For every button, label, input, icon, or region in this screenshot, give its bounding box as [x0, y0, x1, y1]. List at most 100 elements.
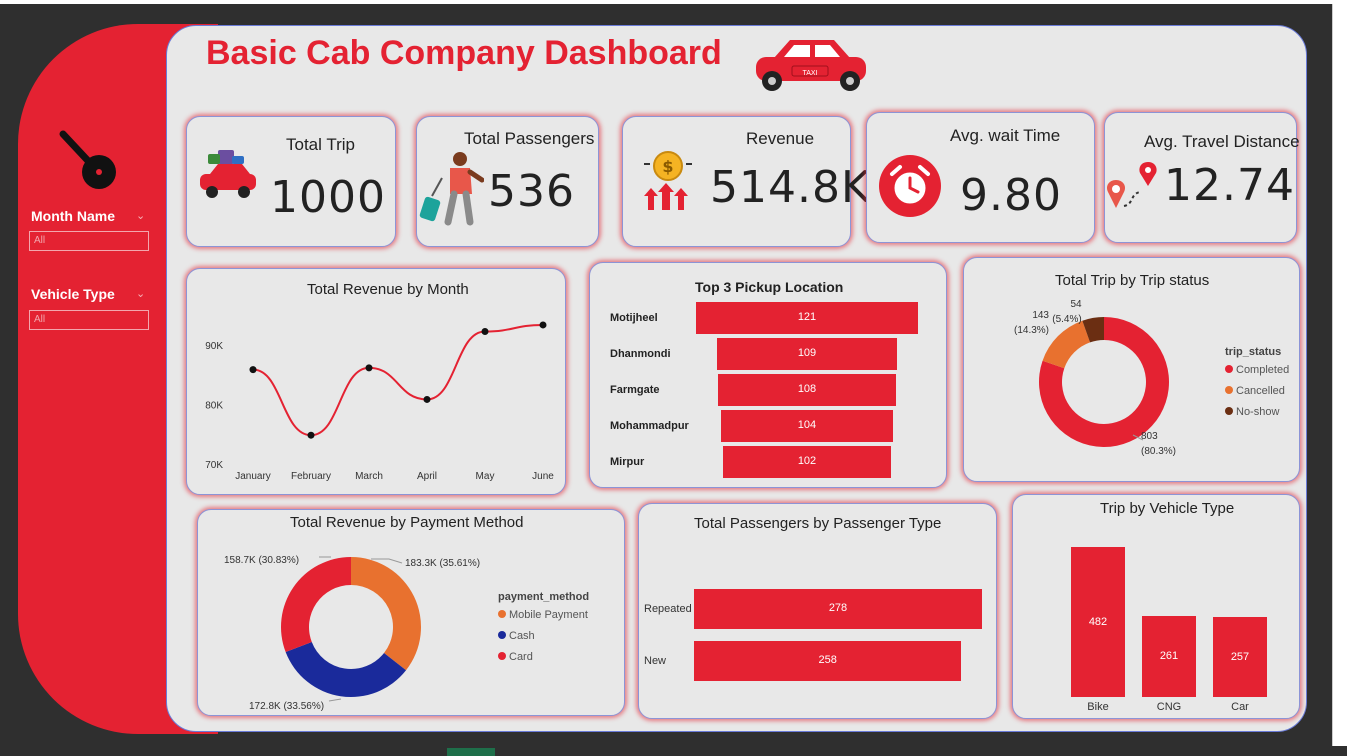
chart-title: Top 3 Pickup Location	[695, 279, 844, 295]
data-label: 102	[797, 455, 817, 467]
legend-cancelled[interactable]: Cancelled	[1225, 385, 1285, 397]
donut-slice	[281, 557, 351, 653]
kpi-label: Total Trip	[286, 135, 355, 154]
x-tick-label: March	[355, 471, 383, 482]
y-tick-label: 80K	[205, 400, 223, 411]
data-label: (14.3%)	[1014, 325, 1049, 336]
data-label: 257	[1230, 651, 1250, 663]
y-tick-label: 70K	[205, 460, 223, 471]
x-tick-label: February	[291, 471, 331, 482]
passenger-bar[interactable]: 258	[694, 641, 962, 681]
legend-completed[interactable]: Completed	[1225, 364, 1289, 376]
sheet-tab-bar	[0, 746, 1347, 756]
data-label: 183.3K (35.61%)	[405, 558, 480, 569]
kpi-label: Avg. Travel Distance	[1144, 132, 1300, 151]
category-label: New	[644, 655, 667, 667]
x-tick-label: June	[532, 471, 554, 482]
donut-slice	[1042, 320, 1091, 369]
data-point	[307, 431, 315, 439]
vehicle-bar[interactable]: 261	[1142, 615, 1196, 697]
legend-card[interactable]: Card	[498, 651, 533, 663]
category-label: Mirpur	[610, 456, 645, 468]
data-label: 803	[1141, 431, 1158, 442]
window-top-edge	[0, 0, 1347, 4]
category-label: Farmgate	[610, 384, 660, 396]
kpi-value: 536	[488, 166, 575, 217]
data-label: 158.7K (30.83%)	[224, 555, 299, 566]
kpi-value: 9.80	[960, 170, 1062, 221]
data-label: 54	[1070, 299, 1082, 310]
leader-line	[328, 698, 342, 702]
data-label: 172.8K (33.56%)	[249, 701, 324, 712]
chart-title: Total Passengers by Passenger Type	[694, 515, 942, 532]
vehicle-bar[interactable]: 482	[1071, 547, 1125, 697]
chart-title: Trip by Vehicle Type	[1100, 500, 1235, 517]
legend-label: Cash	[509, 630, 535, 642]
legend-mobile-payment[interactable]: Mobile Payment	[498, 609, 588, 621]
car-luggage-icon	[200, 150, 256, 198]
data-label: 108	[797, 383, 817, 395]
kpi-label: Total Passengers	[464, 129, 595, 148]
vehicle-slicer-value: All	[34, 314, 46, 325]
category-label: Repeated	[644, 603, 692, 615]
funnel-bar[interactable]: 108	[717, 374, 897, 406]
x-tick-label: January	[235, 471, 271, 482]
route-pin-icon	[1106, 162, 1157, 208]
data-label: 258	[818, 654, 837, 666]
data-label: 278	[828, 602, 848, 614]
x-tick-label: April	[417, 471, 437, 482]
category-label: Bike	[1087, 701, 1109, 713]
page-title: Basic Cab Company Dashboard	[206, 34, 722, 72]
passenger-bar[interactable]: 278	[694, 589, 982, 629]
category-label: Mohammadpur	[610, 420, 689, 432]
funnel-bar[interactable]: 109	[717, 338, 897, 370]
funnel-bar[interactable]: 104	[721, 410, 893, 442]
donut-slice	[351, 557, 421, 671]
data-label: (80.3%)	[1141, 446, 1176, 457]
alarm-clock-icon	[879, 155, 941, 217]
data-point	[423, 395, 431, 403]
vehicle-bar[interactable]: 257	[1213, 617, 1267, 697]
legend-label: Cancelled	[1236, 385, 1285, 397]
data-label: 143	[1032, 310, 1049, 321]
kpi-value: 514.8K	[710, 162, 871, 213]
month-slicer-label: Month Name	[31, 208, 115, 224]
data-label: 104	[797, 419, 817, 431]
kpi-value: 1000	[270, 172, 386, 223]
data-point	[539, 321, 547, 329]
data-point	[481, 327, 489, 335]
funnel-bar[interactable]: 121	[696, 302, 918, 334]
y-tick-label: 90K	[205, 341, 223, 352]
legend-title: payment_method	[498, 591, 590, 603]
category-label: CNG	[1156, 701, 1182, 713]
revenue-line	[252, 323, 544, 437]
vertical-scrollbar[interactable]	[1332, 4, 1347, 756]
vehicle-slicer-dropdown[interactable]: All	[29, 310, 149, 330]
pizza-cutter-icon	[59, 130, 116, 189]
kpi-label: Avg. wait Time	[950, 126, 1061, 145]
data-point	[249, 366, 257, 374]
funnel-bar[interactable]: 102	[722, 446, 892, 478]
category-label: Dhanmondi	[610, 348, 671, 360]
kpi-label: Revenue	[746, 129, 815, 148]
data-label: 261	[1159, 650, 1179, 663]
legend-cash[interactable]: Cash	[498, 630, 535, 642]
legend-no-show[interactable]: No-show	[1225, 406, 1279, 418]
chevron-down-icon[interactable]: ⌄	[136, 209, 145, 222]
active-sheet-tab[interactable]	[447, 748, 495, 756]
data-label: 482	[1088, 616, 1108, 628]
month-slicer-dropdown[interactable]: All	[29, 231, 149, 251]
kpi-value: 12.74	[1164, 160, 1295, 211]
revenue-coin-icon: $	[644, 151, 692, 210]
traveler-icon	[419, 152, 484, 226]
category-label: Car	[1231, 701, 1249, 713]
chevron-down-icon[interactable]: ⌄	[136, 287, 145, 300]
legend-title: trip_status	[1225, 346, 1282, 358]
category-label: Motijheel	[610, 312, 658, 324]
month-slicer-value: All	[34, 235, 46, 246]
taxi-icon: TAXI	[756, 40, 866, 91]
data-label: (5.4%)	[1052, 314, 1081, 325]
data-point	[365, 364, 373, 372]
data-label: 109	[797, 347, 817, 359]
taxi-sign-text: TAXI	[802, 70, 817, 77]
